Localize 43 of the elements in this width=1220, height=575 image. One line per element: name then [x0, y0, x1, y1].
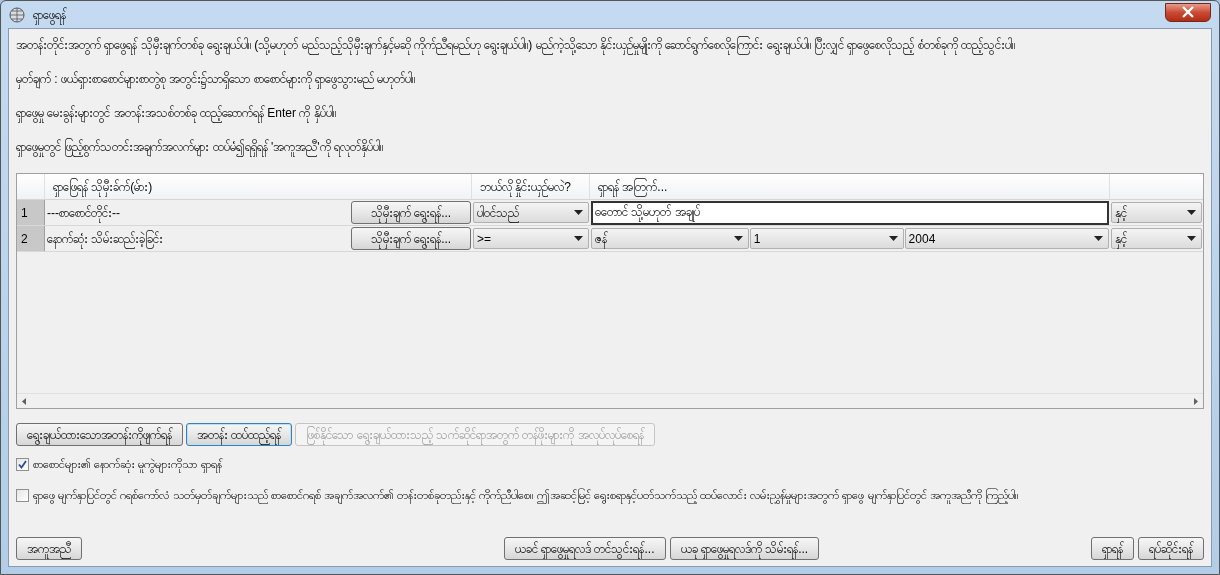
instruction-text: ရှာဖွေမှုတွင် ဖြည့်စွက်သတင်းအချက်အလက်များ ထပ်မံ၍ရရှိရန် 'အကူအညီ'ကို ရလုတ်နှိပ်ပါ။ — [16, 139, 1204, 155]
instruction-text: မှတ်ချက် : ဖယ်ရှားစာစောင်များစာတွဲစု အတွင်း၌သာရှိသော စာစောင်များကို ရှာဖွေသွားမည် မဟုတ်ပါ။ — [16, 71, 1204, 87]
globe-icon — [9, 6, 25, 23]
column-header: ရှာဖြေရန် သိုမှီးခ်က်(မ်ား) — [45, 174, 472, 199]
search-results-button[interactable]: ယခု ရှာဖွေမှုရလဒ်ကို သိမ်းရန်... — [669, 537, 820, 560]
column-header: ရှာရန် အတြက်... — [590, 174, 1110, 199]
field-name: နောက်ဆုံး သိမ်းဆည်းခဲ့ခြင်း — [47, 229, 347, 248]
help-button[interactable]: အကူအညီ — [16, 537, 82, 560]
dropdown-arrow-icon — [1187, 236, 1196, 241]
window-title: ရှာဖွေရန် — [33, 5, 66, 24]
dropdown[interactable]: ဇန် — [591, 228, 749, 249]
instruction-text: ရှာဖွေမှု မေးခွန်းများတွင် အတန်းအသစ်တစ်ခု ထည့်ဆောက်ရန် Enter ကို နှိပ်ပါ။ — [16, 105, 1204, 121]
dropdown-arrow-icon — [574, 210, 583, 215]
checkbox-label: ရှာဖွေ မျက်နှာပြင်တွင် ဂရစ်ကော်လံ သတ်မှတ်ချက်များသည် စာစောင်ဂရစ် အချက်အလက်၏ တန်းတစ်ခုတည်းနှင့် ကိုက်ညီပါစေ။ ဤအဆင့်မြင့် ရွေးစရာနှင့်ပတ်သက်သည့် ထပ်လောင်း လမ်းညွှန်မှုများအတွက် ရှာဖွေ မျက်နှာပြင်တွင် အကူအညီကို ကြည့်ပါ။ — [33, 487, 1018, 505]
dropdown[interactable]: နှင့် — [1111, 202, 1202, 223]
column-header: ဘယ်လို နှိုင်းယှဉ်မလဲ? — [472, 174, 590, 199]
checkbox-label: စာစောင်များ၏ နောက်ဆုံး မူကွဲများကိုသာ ရှာရန် — [33, 456, 222, 474]
close-button[interactable] — [1165, 2, 1211, 22]
checkbox[interactable] — [16, 489, 29, 503]
close-icon — [1181, 6, 1195, 18]
action-button[interactable]: ရွေးချယ်ထားသောအတန်းကိုဖျက်ရန် — [16, 423, 183, 446]
dropdown-arrow-icon — [1094, 236, 1103, 241]
row-number: 1 — [17, 200, 45, 225]
select-field-button[interactable]: သိုမှီးချက် ရွေးရန်... — [351, 201, 471, 224]
dialog-button[interactable]: ရှာရန် — [1091, 537, 1134, 560]
field-name: ---စာစောင်တိုင်း-- — [47, 203, 347, 222]
dropdown[interactable]: 2004 — [904, 228, 1109, 249]
dropdown-arrow-icon — [888, 236, 898, 241]
select-field-button[interactable]: သိုမှီးချက် ရွေးရန်... — [351, 227, 471, 250]
checkbox[interactable] — [16, 458, 29, 472]
dropdown[interactable]: >= — [473, 228, 589, 249]
dropdown-arrow-icon — [1187, 210, 1196, 215]
search-results-button[interactable]: ယခင် ရှာဖွေမှုရလဒ် တင်သွင်းရန်... — [503, 537, 666, 560]
dropdown-arrow-icon — [574, 236, 583, 241]
instruction-text: အတန်းတိုင်းအတွက် ရှာဖွေရန် သိုမှီးချက်တစ်ခု ရွေးချယ်ပါ။ (သို့မဟုတ် မည်သည့်သိုမှီးချက်နှင့်မဆို ကိုက်ညီရမည်ဟု ရွေးချယ်ပါ။) မည်ကဲ့သို့သော နိုင်းယှဉ်မှုမျိုးကို ဆောင်ရွက်စေလိုကြောင်း ရွေးချယ်ပါ။ ပြီးလျှင် ရှာဖွေစေလိုသည့် စံတစ်ခုကို ထည့်သွင်းပါ။ — [16, 37, 1204, 53]
row-number: 2 — [17, 226, 45, 251]
action-button[interactable]: အတန်း ထပ်ထည့်ရန် — [186, 423, 293, 446]
dropdown[interactable]: 1 — [749, 228, 904, 249]
dropdown[interactable]: ပါဝင်သည် — [473, 202, 589, 223]
dropdown[interactable]: နှင့် — [1111, 228, 1202, 249]
criteria-input[interactable]: ဓတောင် သို့မဟုတ် အချုပ် — [591, 200, 1109, 225]
dialog-button[interactable]: ရပ်ဆိုင်းရန် — [1138, 537, 1204, 560]
dropdown-arrow-icon — [733, 236, 743, 241]
